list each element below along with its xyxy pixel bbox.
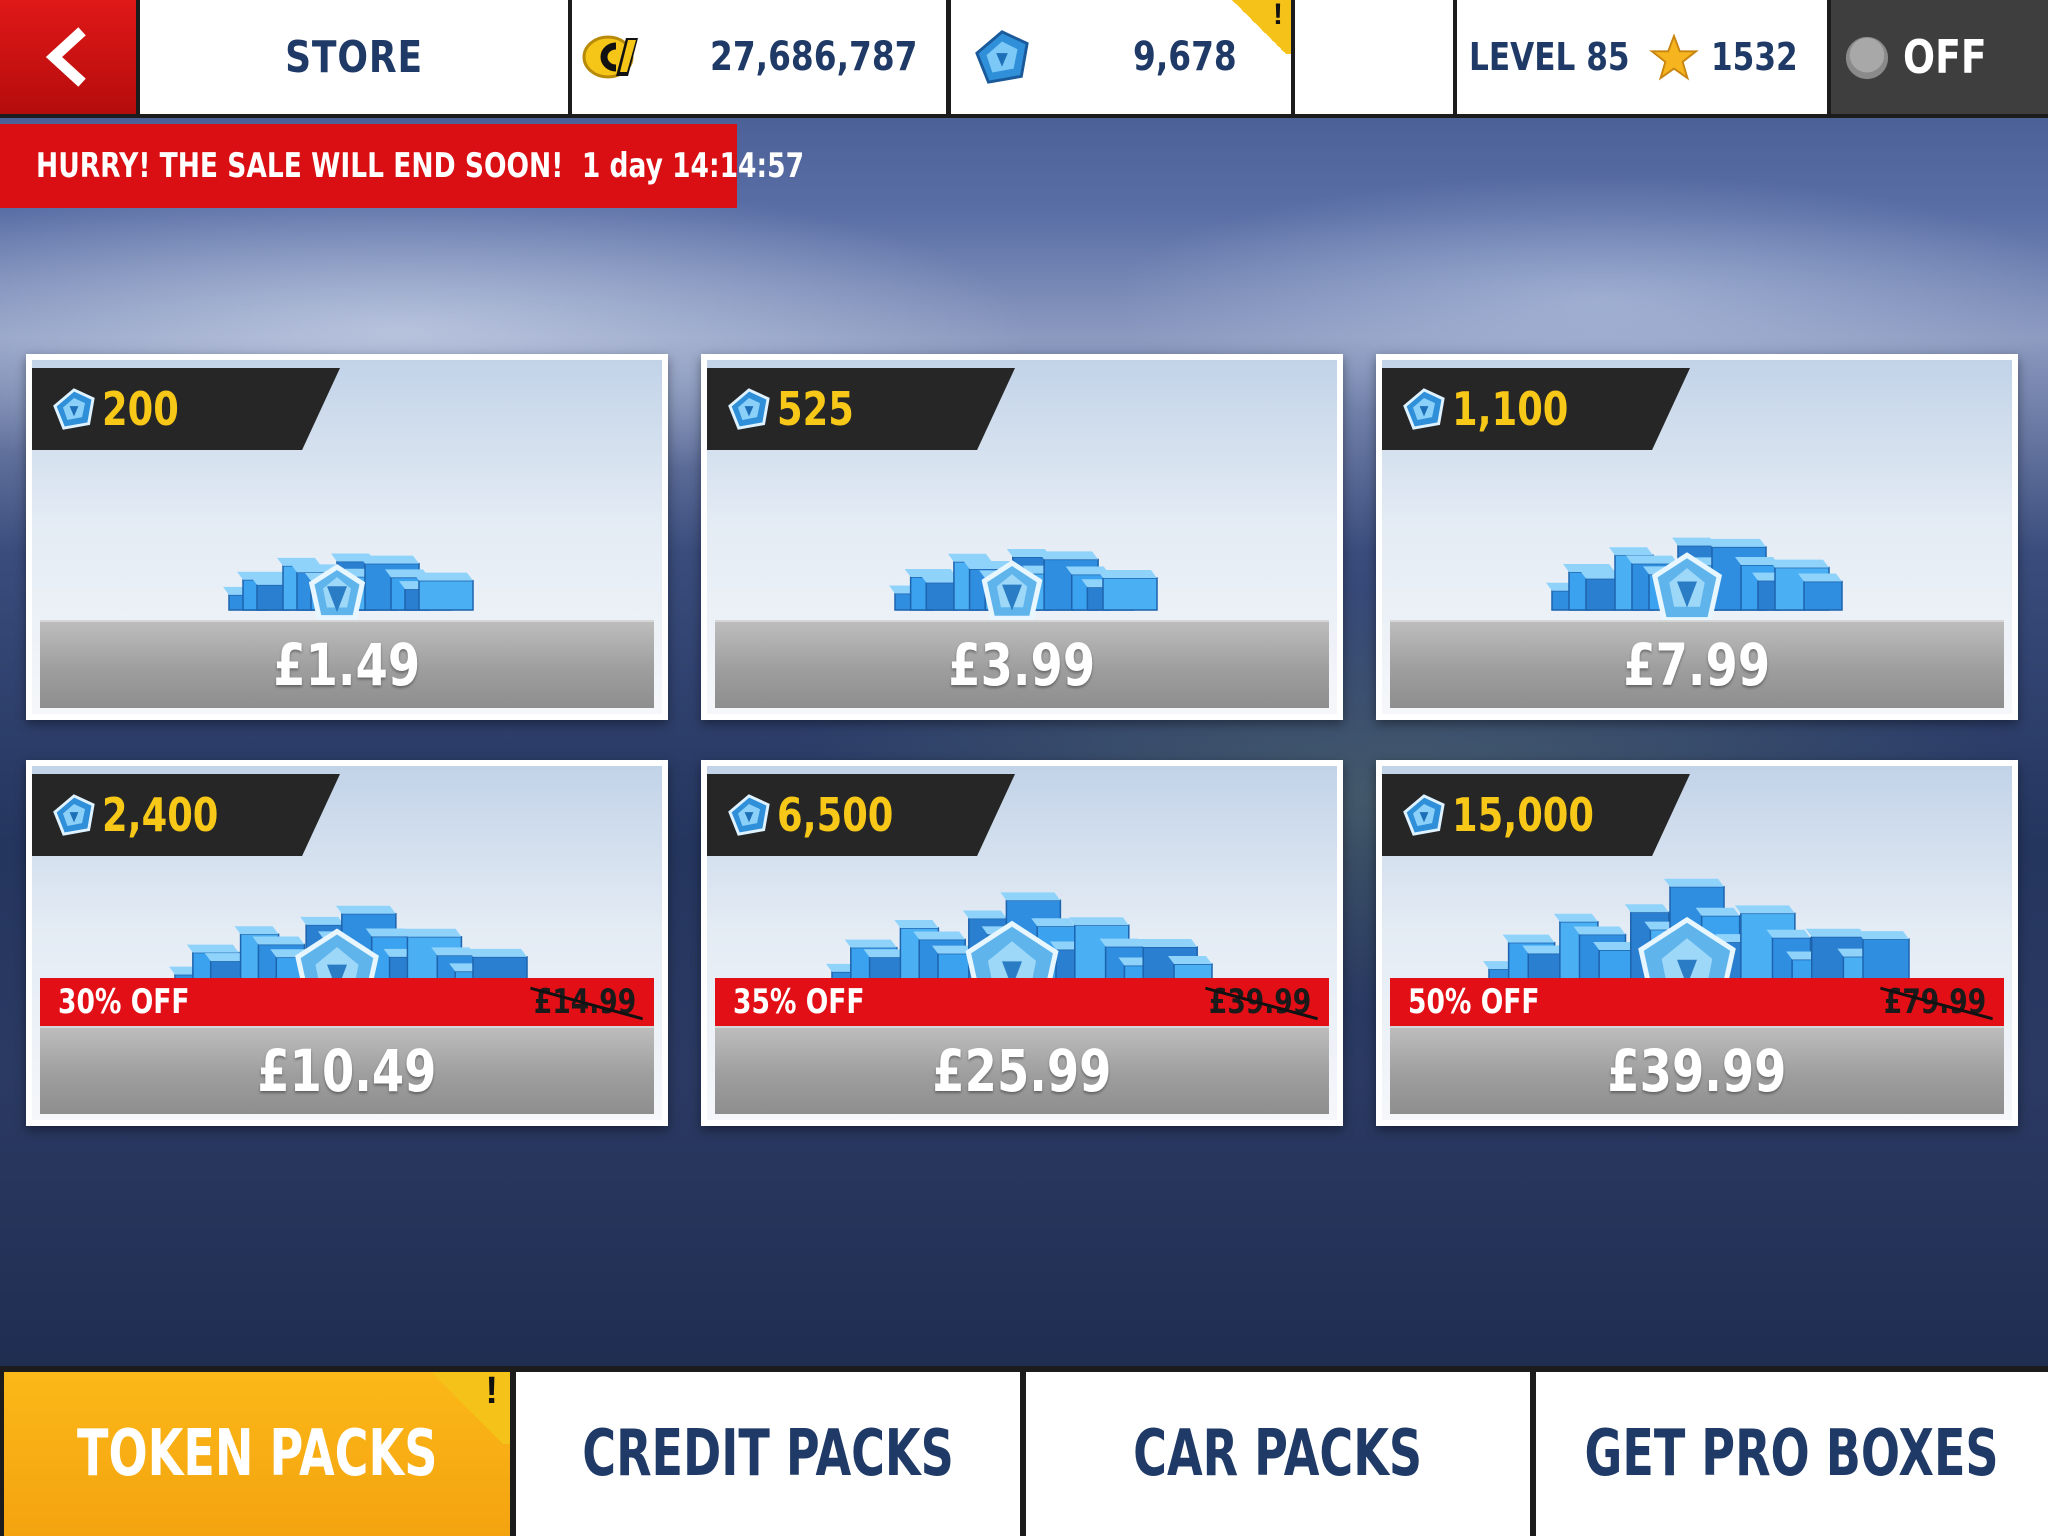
credit-coin-icon: [582, 35, 638, 79]
pack-amount: 525: [777, 382, 854, 436]
card-body: 1,100 £7.99: [1382, 360, 2012, 714]
token-gem-icon: [728, 388, 770, 430]
pack-amount-tag: 1,100: [1382, 368, 1690, 450]
pack-price: £39.99: [1607, 1037, 1787, 1105]
tab-label: GET PRO BOXES: [1584, 1417, 2000, 1491]
toggle-label: OFF: [1903, 30, 1987, 84]
tab-token-packs[interactable]: TOKEN PACKS !: [4, 1370, 510, 1536]
token-gem-icon: [53, 794, 95, 836]
tab-car-packs[interactable]: CAR PACKS: [1026, 1372, 1530, 1536]
card-body: 200 £1.49: [32, 360, 662, 714]
star-icon: [1649, 34, 1699, 81]
original-price: £79.99: [1883, 982, 1986, 1022]
top-bar: STORE 27,686,787 9,678 ! LEVEL 85 1532 O…: [0, 0, 2048, 118]
tab-label: CREDIT PACKS: [582, 1417, 954, 1491]
tab-alert-badge: !: [424, 1370, 510, 1444]
buy-button[interactable]: £1.49: [40, 620, 654, 708]
blank-cell: [1295, 0, 1453, 114]
tab-label: CAR PACKS: [1133, 1417, 1423, 1491]
buy-button[interactable]: £10.49: [40, 1026, 654, 1114]
level-value: LEVEL 85: [1469, 35, 1630, 79]
discount-bar: 35% OFF £39.99: [715, 978, 1329, 1026]
token-pack-card[interactable]: 200 £1.49: [26, 354, 668, 720]
buy-button[interactable]: £3.99: [715, 620, 1329, 708]
discount-bar: 50% OFF £79.99: [1390, 978, 2004, 1026]
card-body: 6,500 35% OFF £39.99 £25.99: [707, 766, 1337, 1120]
pack-amount-tag: 2,400: [32, 774, 340, 856]
card-body: 15,000 50% OFF £79.99 £39.99: [1382, 766, 2012, 1120]
toggle-off-icon: [1845, 36, 1889, 80]
card-body: 525 £3.99: [707, 360, 1337, 714]
stars-value: 1532: [1711, 35, 1798, 79]
pack-amount: 2,400: [102, 788, 219, 842]
original-price: £14.99: [533, 982, 636, 1022]
sale-banner: HURRY! THE SALE WILL END SOON! 1 day 14:…: [0, 124, 804, 208]
tab-credit-packs[interactable]: CREDIT PACKS: [516, 1372, 1020, 1536]
pack-amount: 15,000: [1452, 788, 1595, 842]
token-pack-card[interactable]: 6,500 35% OFF £39.99 £25.99: [701, 760, 1343, 1126]
pack-price: £1.49: [273, 631, 421, 699]
sale-message: HURRY! THE SALE WILL END SOON! 1 day 14:…: [36, 146, 805, 186]
pack-amount-tag: 15,000: [1382, 774, 1690, 856]
pack-amount: 1,100: [1452, 382, 1569, 436]
token-gem-icon: [53, 388, 95, 430]
tokens-alert-badge: !: [1227, 0, 1291, 54]
tab-label: TOKEN PACKS: [76, 1417, 438, 1491]
discount-label: 30% OFF: [58, 982, 190, 1022]
tab-get-pro-boxes[interactable]: GET PRO BOXES: [1536, 1372, 2048, 1536]
pack-amount-tag: 200: [32, 368, 340, 450]
discount-bar: 30% OFF £14.99: [40, 978, 654, 1026]
chevron-left-icon: [45, 27, 86, 87]
discount-label: 50% OFF: [1408, 982, 1540, 1022]
pack-amount: 6,500: [777, 788, 894, 842]
back-button[interactable]: [0, 0, 136, 114]
pack-price: £25.99: [932, 1037, 1112, 1105]
token-pack-card[interactable]: 525 £3.99: [701, 354, 1343, 720]
bottom-tab-bar: TOKEN PACKS ! CREDIT PACKS CAR PACKS GET…: [0, 1366, 2048, 1536]
pack-price: £10.49: [257, 1037, 437, 1105]
store-title-cell: STORE: [140, 0, 568, 114]
sale-countdown: 1 day 14:14:57: [581, 146, 805, 186]
token-gem-icon: [1403, 388, 1445, 430]
pack-amount-tag: 6,500: [707, 774, 1015, 856]
token-gem-icon: [975, 30, 1029, 84]
pack-price: £3.99: [948, 631, 1096, 699]
original-price: £39.99: [1208, 982, 1311, 1022]
tokens-value: 9,678: [1133, 34, 1237, 80]
pack-price: £7.99: [1623, 631, 1771, 699]
token-pack-card[interactable]: 15,000 50% OFF £79.99 £39.99: [1376, 760, 2018, 1126]
token-gem-icon: [728, 794, 770, 836]
page-title: STORE: [285, 31, 423, 83]
toggle-switch[interactable]: OFF: [1831, 0, 2048, 114]
level-cell[interactable]: LEVEL 85 1532: [1457, 0, 1827, 114]
token-pack-card[interactable]: 2,400 30% OFF £14.99 £10.49: [26, 760, 668, 1126]
tokens-balance[interactable]: 9,678 !: [951, 0, 1291, 114]
token-pack-card[interactable]: 1,100 £7.99: [1376, 354, 2018, 720]
pack-amount-tag: 525: [707, 368, 1015, 450]
credits-value: 27,686,787: [710, 34, 918, 80]
pack-amount: 200: [102, 382, 179, 436]
token-gem-icon: [1403, 794, 1445, 836]
buy-button[interactable]: £39.99: [1390, 1026, 2004, 1114]
card-body: 2,400 30% OFF £14.99 £10.49: [32, 766, 662, 1120]
buy-button[interactable]: £25.99: [715, 1026, 1329, 1114]
discount-label: 35% OFF: [733, 982, 865, 1022]
buy-button[interactable]: £7.99: [1390, 620, 2004, 708]
credits-balance[interactable]: 27,686,787: [572, 0, 946, 114]
